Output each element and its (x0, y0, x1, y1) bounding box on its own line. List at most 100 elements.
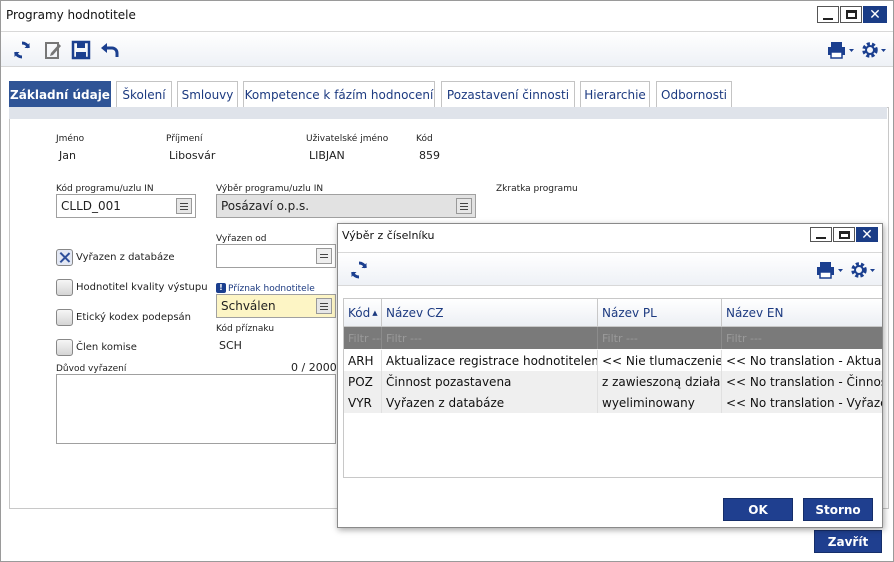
edit-icon (45, 42, 61, 59)
vyrazen-od-field[interactable] (216, 244, 336, 268)
priznak-label: Příznak hodnotitele (228, 284, 315, 294)
edit-button[interactable] (42, 39, 64, 61)
filter-kod[interactable]: Filtr --- (344, 327, 382, 349)
dialog-settings-button[interactable] (848, 259, 878, 281)
table-row[interactable]: VYR Vyřazen z databáze wyeliminowany << … (344, 392, 882, 413)
filter-nazev-cz[interactable]: Filtr --- (382, 327, 598, 349)
duvod-label: Důvod vyřazení (56, 364, 127, 374)
clen-komise-label: Člen komise (76, 342, 137, 353)
list-icon[interactable] (456, 198, 472, 214)
priznak-value: Schválen (221, 299, 276, 313)
titlebar: Programy hodnotitele ✕ (1, 1, 893, 31)
window-title: Programy hodnotitele (6, 8, 136, 22)
priznak-field[interactable]: Schválen (216, 294, 336, 318)
kod-programu-field[interactable]: CLLD_001 (56, 194, 196, 218)
kod-value: 859 (419, 149, 440, 162)
vyrazen-label: Vyřazen z databáze (76, 252, 175, 263)
refresh-icon (350, 261, 368, 279)
refresh-button[interactable] (11, 39, 33, 61)
dialog-close-button[interactable]: ✕ (856, 226, 878, 243)
vyrazen-od-label: Vyřazen od (216, 234, 267, 244)
vyber-programu-label: Výběr programu/uzlu IN (216, 184, 324, 194)
dialog-print-button[interactable] (814, 259, 844, 281)
panel-header-strip (9, 107, 887, 119)
calendar-icon[interactable] (316, 248, 332, 264)
cell-kod: ARH (344, 350, 382, 371)
vyrazen-checkbox[interactable] (56, 249, 73, 266)
cell-kod: VYR (344, 392, 382, 413)
username-label: Uživatelské jméno (306, 134, 389, 144)
zkratka-label: Zkratka programu (496, 184, 578, 194)
duvod-counter: 0 / 2000 (291, 361, 337, 374)
clen-komise-checkbox[interactable] (56, 339, 73, 356)
close-button[interactable]: ✕ (863, 6, 887, 23)
col-header-kod[interactable]: Kód ▲ (344, 299, 382, 326)
tab-smlouvy[interactable]: Smlouvy (177, 81, 238, 107)
settings-button[interactable] (859, 39, 889, 61)
cell-kod: POZ (344, 371, 382, 392)
minimize-icon (816, 236, 826, 239)
undo-button[interactable] (99, 39, 121, 61)
save-button[interactable] (70, 39, 92, 61)
codelist-grid: Kód ▲ Název CZ Název PL Název EN Filtr --… (343, 298, 883, 478)
maximize-icon (845, 10, 857, 19)
maximize-icon (838, 230, 850, 239)
tab-pozastaveni[interactable]: Pozastavení činnosti (441, 81, 575, 107)
minimize-button[interactable] (817, 6, 839, 23)
printer-icon (828, 42, 854, 59)
vyber-programu-value: Posázaví o.p.s. (221, 199, 310, 213)
kod-programu-label: Kód programu/uzlu IN (56, 184, 154, 194)
dialog-toolbar (338, 252, 882, 286)
minimize-icon (823, 17, 833, 20)
eticky-kodex-label: Etický kodex podepsán (76, 312, 192, 323)
col-header-nazev-pl[interactable]: Název PL (598, 299, 722, 326)
cell-nazev-cz: Vyřazen z databáze (382, 392, 598, 413)
hodnotitel-kvality-label: Hodnotitel kvality výstupu (76, 282, 208, 293)
dialog-minimize-button[interactable] (810, 227, 832, 242)
cell-nazev-pl: z zawieszoną działalnoś (598, 371, 722, 392)
tab-skoleni[interactable]: Školení (116, 81, 172, 107)
dialog-title: Výběr z číselníku (342, 229, 435, 242)
close-icon: ✕ (861, 226, 873, 243)
print-button[interactable] (825, 39, 855, 61)
table-row[interactable]: POZ Činnost pozastavena z zawieszoną dzi… (344, 371, 883, 392)
prijmeni-value: Libosvár (169, 149, 216, 162)
printer-icon (817, 262, 843, 279)
col-header-nazev-en[interactable]: Název EN (722, 299, 882, 326)
kod-priznaku-label: Kód příznaku (216, 324, 275, 334)
col-header-nazev-cz[interactable]: Název CZ (382, 299, 598, 326)
undo-icon (101, 43, 119, 57)
cell-nazev-cz: Činnost pozastavena (382, 371, 598, 392)
kod-programu-value: CLLD_001 (61, 199, 121, 213)
prijmeni-label: Příjmení (166, 134, 203, 144)
vyber-programu-field[interactable]: Posázaví o.p.s. (216, 194, 476, 218)
filter-nazev-en[interactable]: Filtr --- (722, 327, 882, 349)
refresh-icon (13, 41, 31, 59)
list-icon[interactable] (176, 198, 192, 214)
save-icon (71, 40, 91, 60)
jmeno-label: Jméno (56, 134, 85, 144)
gear-icon (862, 42, 886, 58)
table-row[interactable]: ARH Aktualizace registrace hodnotitelem … (344, 350, 882, 371)
close-icon: ✕ (869, 6, 881, 23)
eticky-kodex-checkbox[interactable] (56, 309, 73, 326)
ok-button[interactable]: OK (723, 498, 793, 521)
tab-hierarchie[interactable]: Hierarchie (580, 81, 650, 107)
duvod-textarea[interactable] (56, 374, 336, 444)
hodnotitel-kvality-checkbox[interactable] (56, 279, 73, 296)
gear-icon (851, 262, 875, 278)
filter-nazev-pl[interactable]: Filtr --- (598, 327, 722, 349)
selection-dialog: Výběr z číselníku ✕ Kód ▲ Název CZ Název … (337, 223, 883, 528)
main-toolbar (1, 31, 893, 67)
zavrit-button[interactable]: Zavřít (814, 530, 882, 553)
cell-nazev-pl: wyeliminowany (598, 392, 722, 413)
dialog-refresh-button[interactable] (348, 259, 370, 281)
tab-kompetence[interactable]: Kompetence k fázím hodnocení (243, 81, 435, 107)
dialog-maximize-button[interactable] (833, 227, 855, 242)
tab-odbornosti[interactable]: Odbornosti (656, 81, 732, 107)
cell-nazev-en: << No translation - Činnost (726, 374, 883, 389)
storno-button[interactable]: Storno (803, 498, 873, 521)
tab-zakladni-udaje[interactable]: Základní údaje (9, 81, 111, 107)
list-icon[interactable] (316, 298, 332, 314)
maximize-button[interactable] (840, 6, 862, 23)
